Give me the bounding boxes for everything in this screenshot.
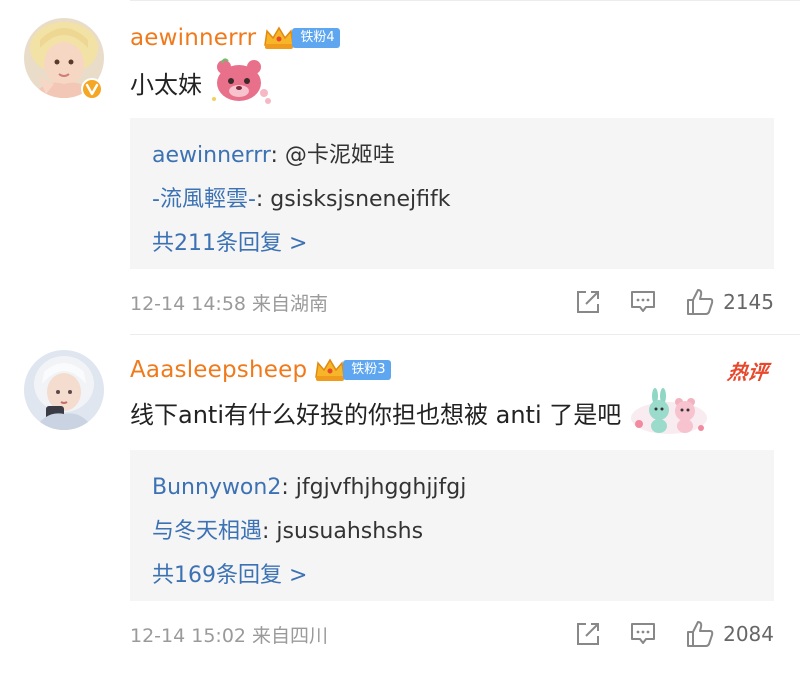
share-icon (577, 623, 600, 645)
share-button[interactable] (575, 621, 601, 647)
reply-text: : jsusuahshshs (262, 519, 424, 544)
thumbs-up-icon (687, 621, 714, 647)
like-button[interactable]: 2084 (685, 619, 774, 649)
reply-item[interactable]: 与冬天相遇: jsusuahshshs (152, 510, 752, 554)
like-button[interactable]: 2145 (685, 287, 774, 317)
reply-author[interactable]: 与冬天相遇 (152, 519, 262, 544)
comment-header: aewinnerrr 铁粉4 (130, 22, 340, 54)
comment-text: 小太妹 (130, 70, 202, 99)
comment-footer: 12-14 14:58 来自湖南 2145 (130, 284, 774, 320)
comment-button[interactable] (629, 289, 657, 315)
reply-preview-box[interactable]: Bunnywon2: jfgjvfhjhgghjjfgj 与冬天相遇: jsus… (130, 450, 774, 601)
comment-item: aewinnerrr 铁粉4 小太妹 aewinnerrr: @卡泥姬哇 -流風… (0, 0, 800, 334)
comment-footer: 12-14 15:02 来自四川 2084 (130, 616, 774, 652)
username[interactable]: Aaasleepsheep (130, 357, 307, 383)
bunny-bear-sticker (631, 388, 708, 434)
comment-content: 线下anti有什么好投的你担也想被 anti 了是吧 (130, 388, 709, 434)
divider (130, 334, 800, 335)
comment-content: 小太妹 (130, 58, 274, 104)
more-replies-link[interactable]: 共169条回复 > (152, 554, 752, 598)
crown-icon (315, 358, 346, 381)
reply-text: : gsisksjsnenejfifk (255, 187, 451, 212)
reply-author[interactable]: -流風輕雲- (152, 187, 256, 212)
reply-author[interactable]: Bunnywon2 (152, 475, 281, 500)
share-button[interactable] (575, 289, 601, 315)
fan-level-badge: 铁粉3 (343, 360, 391, 380)
more-replies-link[interactable]: 共211条回复 > (152, 222, 752, 266)
reply-preview-box[interactable]: aewinnerrr: @卡泥姬哇 -流風輕雲-: gsisksjsnenejf… (130, 118, 774, 269)
share-icon (577, 291, 600, 313)
reply-text: : jfgjvfhjhgghjjfgj (281, 475, 467, 500)
reply-item[interactable]: Bunnywon2: jfgjvfhjhgghjjfgj (152, 466, 752, 510)
reply-author[interactable]: aewinnerrr (152, 143, 271, 168)
reply-item[interactable]: -流風輕雲-: gsisksjsnenejfifk (152, 178, 752, 222)
comment-item: Aaasleepsheep 铁粉3 热评 线下anti有什么好投的你担也想被 a… (0, 334, 800, 676)
comment-text: 线下anti有什么好投的你担也想被 anti 了是吧 (130, 400, 622, 429)
thumbs-up-icon (687, 289, 714, 315)
username[interactable]: aewinnerrr (130, 25, 256, 51)
strawberry-bear-sticker (212, 58, 271, 104)
comment-header: Aaasleepsheep 铁粉3 (130, 354, 391, 386)
fan-level-badge: 铁粉4 (292, 28, 340, 48)
like-count: 2145 (723, 290, 774, 314)
comment-button[interactable] (629, 621, 657, 647)
verified-icon (81, 78, 103, 100)
comment-icon (631, 623, 656, 644)
like-count: 2084 (723, 622, 774, 646)
comment-icon (631, 291, 656, 312)
timestamp: 12-14 14:58 来自湖南 (130, 292, 329, 315)
crown-icon (264, 26, 295, 49)
reply-text: : @卡泥姬哇 (270, 143, 395, 168)
divider (130, 0, 800, 1)
avatar[interactable] (24, 350, 104, 430)
hot-comment-badge: 热评 (726, 360, 770, 384)
timestamp: 12-14 15:02 来自四川 (130, 624, 329, 647)
reply-item[interactable]: aewinnerrr: @卡泥姬哇 (152, 134, 752, 178)
